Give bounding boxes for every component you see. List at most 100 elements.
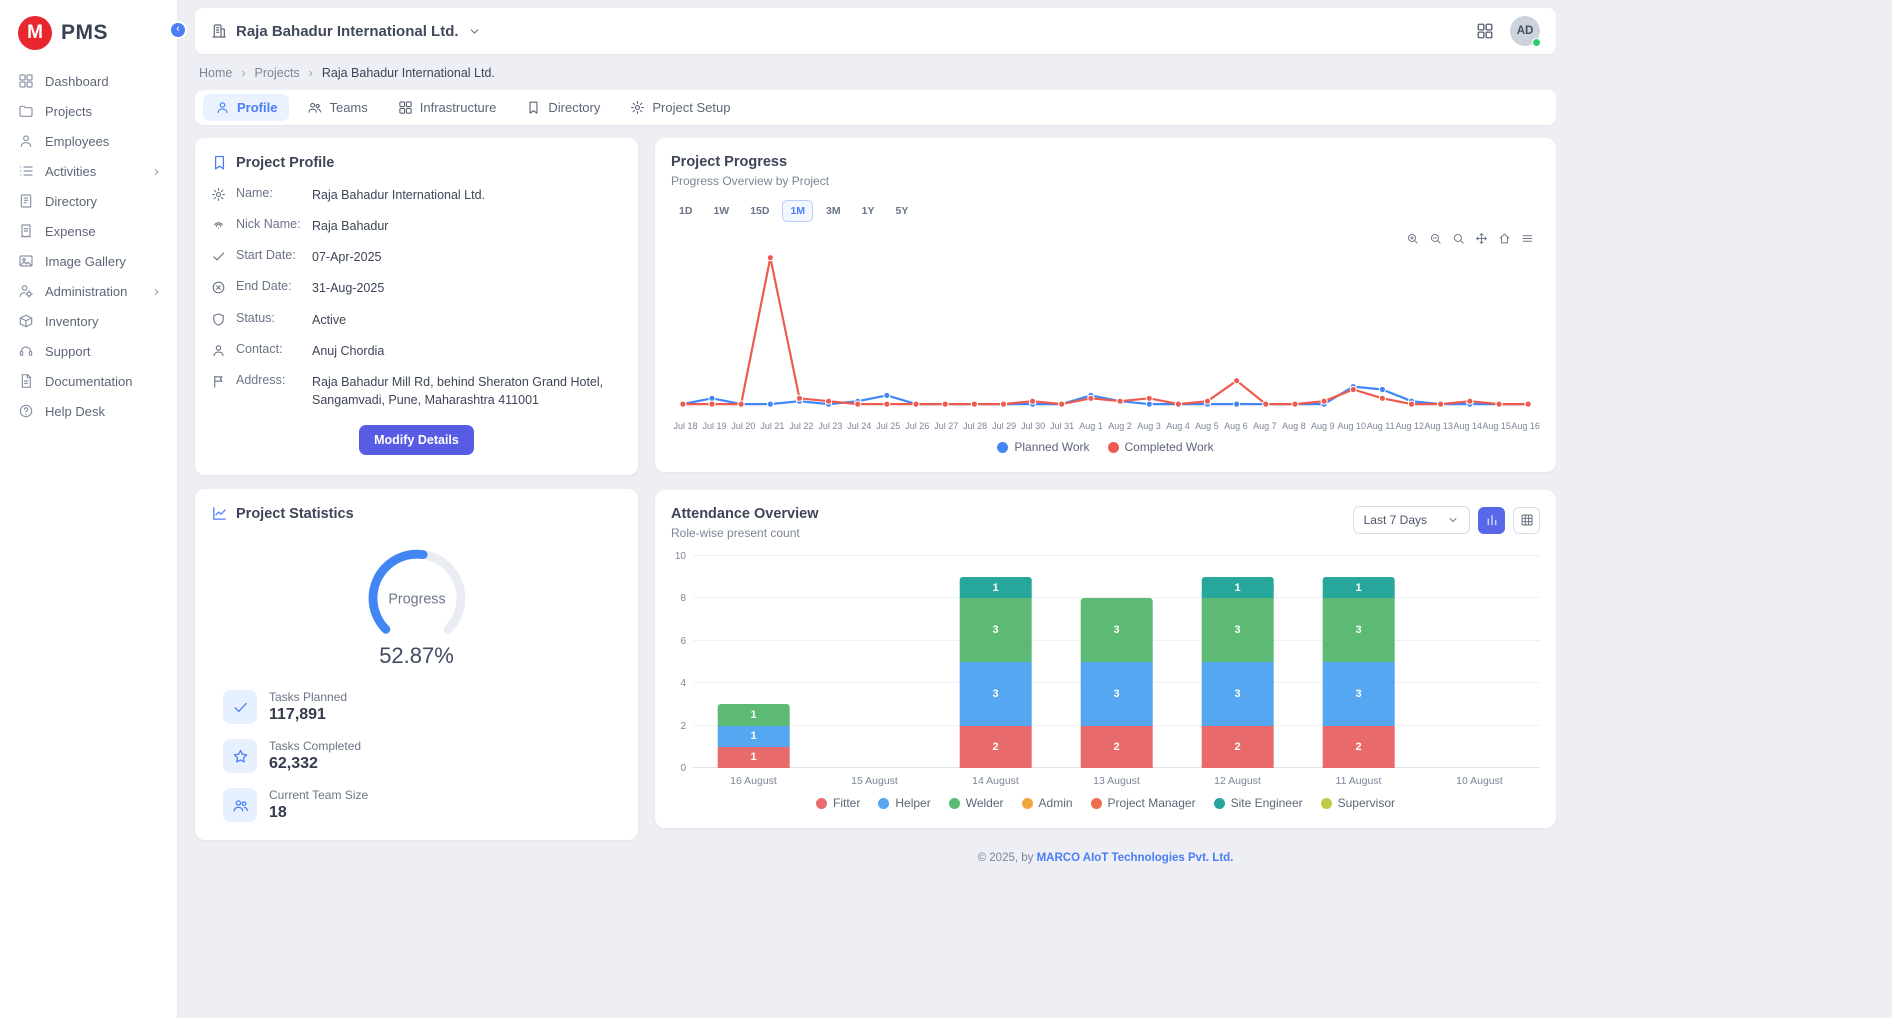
sidebar-item-help-desk[interactable]: Help Desk [0, 396, 177, 426]
data-point-completed-work[interactable] [1350, 386, 1356, 392]
range-3m-button[interactable]: 3M [818, 200, 849, 222]
legend-planned-work[interactable]: Planned Work [997, 440, 1089, 454]
data-point-completed-work[interactable] [680, 401, 686, 407]
data-point-planned-work[interactable] [1379, 386, 1385, 392]
data-point-completed-work[interactable] [1175, 401, 1181, 407]
bar-segment-helper[interactable]: 3 [959, 662, 1032, 726]
data-point-completed-work[interactable] [1467, 398, 1473, 404]
bar-segment-fitter[interactable]: 2 [1201, 726, 1274, 768]
bar-segment-site-engineer[interactable]: 1 [1201, 577, 1274, 598]
date-range-select[interactable]: Last 7 Days [1353, 506, 1470, 534]
tab-project-setup[interactable]: Project Setup [618, 94, 742, 121]
data-point-completed-work[interactable] [1525, 401, 1531, 407]
sidebar-item-inventory[interactable]: Inventory [0, 306, 177, 336]
legend-project-manager[interactable]: Project Manager [1091, 796, 1196, 810]
legend-admin[interactable]: Admin [1022, 796, 1073, 810]
breadcrumb-item-projects[interactable]: Projects [255, 66, 300, 80]
bar-segment-site-engineer[interactable]: 1 [1322, 577, 1395, 598]
sidebar-item-dashboard[interactable]: Dashboard [0, 66, 177, 96]
data-point-completed-work[interactable] [1379, 395, 1385, 401]
data-point-completed-work[interactable] [709, 401, 715, 407]
tab-infrastructure[interactable]: Infrastructure [386, 94, 509, 121]
data-point-completed-work[interactable] [884, 401, 890, 407]
tab-teams[interactable]: Teams [295, 94, 379, 121]
sidebar-item-support[interactable]: Support [0, 336, 177, 366]
bar-segment-fitter[interactable]: 2 [1080, 726, 1153, 768]
range-15d-button[interactable]: 15D [742, 200, 777, 222]
range-1w-button[interactable]: 1W [705, 200, 737, 222]
data-point-completed-work[interactable] [767, 255, 773, 261]
data-point-completed-work[interactable] [1496, 401, 1502, 407]
data-point-completed-work[interactable] [1088, 395, 1094, 401]
data-point-completed-work[interactable] [1234, 378, 1240, 384]
bar-segment-helper[interactable]: 3 [1201, 662, 1274, 726]
data-point-completed-work[interactable] [942, 401, 948, 407]
sidebar-item-employees[interactable]: Employees [0, 126, 177, 156]
data-point-completed-work[interactable] [1292, 401, 1298, 407]
zoom-in-icon[interactable] [1406, 232, 1419, 245]
legend-fitter[interactable]: Fitter [816, 796, 860, 810]
home-icon[interactable] [1498, 232, 1511, 245]
legend-supervisor[interactable]: Supervisor [1321, 796, 1395, 810]
sidebar-item-image-gallery[interactable]: Image Gallery [0, 246, 177, 276]
bar-segment-welder[interactable]: 3 [1322, 598, 1395, 662]
bar-segment-fitter[interactable]: 2 [959, 726, 1032, 768]
bar-segment-welder[interactable]: 1 [717, 704, 790, 725]
data-point-completed-work[interactable] [1321, 398, 1327, 404]
data-point-completed-work[interactable] [1438, 401, 1444, 407]
data-point-completed-work[interactable] [1146, 395, 1152, 401]
range-1m-button[interactable]: 1M [782, 200, 813, 222]
legend-site-engineer[interactable]: Site Engineer [1214, 796, 1303, 810]
bar-segment-fitter[interactable]: 1 [717, 747, 790, 768]
avatar[interactable]: AD [1510, 16, 1540, 46]
tab-directory[interactable]: Directory [514, 94, 612, 121]
zoom-out-icon[interactable] [1429, 232, 1442, 245]
legend-helper[interactable]: Helper [878, 796, 930, 810]
bar-segment-welder[interactable]: 3 [1080, 598, 1153, 662]
sidebar-item-administration[interactable]: Administration› [0, 276, 177, 306]
sidebar-item-directory[interactable]: Directory [0, 186, 177, 216]
data-point-completed-work[interactable] [738, 401, 744, 407]
data-point-completed-work[interactable] [1000, 401, 1006, 407]
sidebar-item-expense[interactable]: Expense [0, 216, 177, 246]
pan-icon[interactable] [1475, 232, 1488, 245]
sidebar-item-documentation[interactable]: Documentation [0, 366, 177, 396]
legend-welder[interactable]: Welder [949, 796, 1004, 810]
data-point-completed-work[interactable] [1030, 398, 1036, 404]
table-view-button[interactable] [1513, 507, 1540, 534]
menu-icon[interactable] [1521, 232, 1534, 245]
data-point-completed-work[interactable] [826, 398, 832, 404]
bar-segment-welder[interactable]: 3 [959, 598, 1032, 662]
footer-link[interactable]: MARCO AIoT Technologies Pvt. Ltd. [1037, 852, 1234, 864]
data-point-planned-work[interactable] [767, 401, 773, 407]
chart-view-button[interactable] [1478, 507, 1505, 534]
data-point-completed-work[interactable] [1059, 401, 1065, 407]
apps-grid-icon[interactable] [1476, 22, 1494, 40]
bar-segment-fitter[interactable]: 2 [1322, 726, 1395, 768]
data-point-completed-work[interactable] [855, 401, 861, 407]
data-point-completed-work[interactable] [971, 401, 977, 407]
data-point-planned-work[interactable] [1234, 401, 1240, 407]
data-point-planned-work[interactable] [884, 392, 890, 398]
range-5y-button[interactable]: 5Y [887, 200, 916, 222]
bar-segment-helper[interactable]: 1 [717, 726, 790, 747]
bar-segment-site-engineer[interactable]: 1 [959, 577, 1032, 598]
bar-segment-helper[interactable]: 3 [1322, 662, 1395, 726]
bar-segment-helper[interactable]: 3 [1080, 662, 1153, 726]
selection-zoom-icon[interactable] [1452, 232, 1465, 245]
data-point-completed-work[interactable] [913, 401, 919, 407]
data-point-completed-work[interactable] [1117, 398, 1123, 404]
sidebar-collapse-button[interactable]: ‹ [169, 21, 187, 39]
data-point-completed-work[interactable] [796, 395, 802, 401]
data-point-completed-work[interactable] [1204, 398, 1210, 404]
sidebar-item-activities[interactable]: Activities› [0, 156, 177, 186]
breadcrumb-item-home[interactable]: Home [199, 66, 232, 80]
range-1y-button[interactable]: 1Y [854, 200, 883, 222]
sidebar-item-projects[interactable]: Projects [0, 96, 177, 126]
company-selector[interactable]: Raja Bahadur International Ltd. [211, 23, 481, 40]
data-point-completed-work[interactable] [1263, 401, 1269, 407]
legend-completed-work[interactable]: Completed Work [1108, 440, 1214, 454]
tab-profile[interactable]: Profile [203, 94, 289, 121]
bar-segment-welder[interactable]: 3 [1201, 598, 1274, 662]
data-point-planned-work[interactable] [1146, 401, 1152, 407]
